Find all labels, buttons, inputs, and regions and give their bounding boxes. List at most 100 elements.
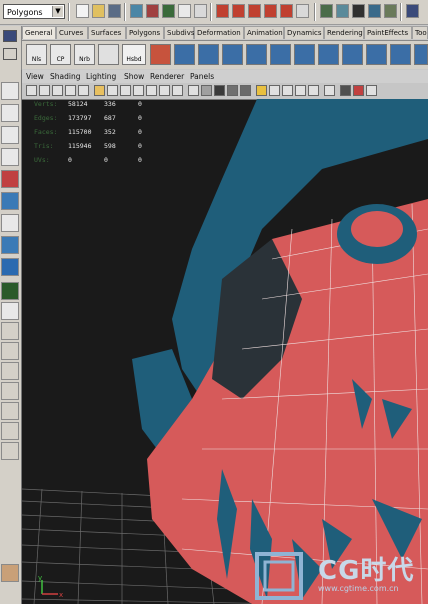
paint-select-icon[interactable] [1,126,19,144]
viewport-persp[interactable]: View Shading Lighting Show Renderer Pane… [22,70,428,604]
combine-icon[interactable] [390,44,411,65]
tab-curves[interactable]: Curves [56,26,88,39]
wireframe-icon[interactable] [188,85,199,96]
snap-point-icon[interactable] [248,4,261,18]
persp-graph-layout-icon[interactable] [1,342,19,360]
shelf-editor-icon[interactable] [3,48,17,60]
ipr-render-icon[interactable] [368,4,381,18]
select-object-icon[interactable] [146,4,159,18]
render-settings-icon[interactable] [384,4,397,18]
tab-polygons[interactable]: Polygons [126,26,164,39]
curve-tool-icon[interactable] [98,44,119,65]
menu-renderer[interactable]: Renderer [150,70,184,83]
menu-panels[interactable]: Panels [190,70,214,83]
last-tool-icon[interactable] [1,258,19,276]
extra-tool-icon[interactable] [1,564,19,582]
mask-icon[interactable] [178,4,191,18]
hud-toggle-icon[interactable] [340,85,351,96]
tab-painteffects[interactable]: PaintEffects [364,26,412,39]
new-scene-icon[interactable] [76,4,89,18]
lasso-tool-icon[interactable] [1,104,19,122]
nurbs-sphere-icon[interactable]: Nls [26,44,47,65]
wireframe-on-shaded-icon[interactable] [214,85,225,96]
textured-icon[interactable] [227,85,238,96]
tab-surfaces[interactable]: Surfaces [88,26,126,39]
tab-general[interactable]: General [22,26,56,39]
smooth-shade-icon[interactable] [201,85,212,96]
cv-curve-icon[interactable]: CP [50,44,71,65]
input-ops-icon[interactable] [320,4,333,18]
menu-view[interactable]: View [26,70,44,83]
extrude-icon[interactable] [294,44,315,65]
select-camera-icon[interactable] [26,85,37,96]
poly-cube-icon[interactable] [174,44,195,65]
mode-dropdown[interactable]: Polygons ▼ [3,4,65,19]
single-pane-layout-icon[interactable] [1,282,19,300]
smooth-icon[interactable] [366,44,387,65]
xray-icon[interactable] [282,85,293,96]
hsbd-icon[interactable]: Hsbd [122,44,146,65]
snap-grid-icon[interactable] [216,4,229,18]
render-icon[interactable] [352,4,365,18]
grease-pencil-icon[interactable] [366,85,377,96]
channel-box-icon[interactable] [406,4,419,18]
tab-dynamics[interactable]: Dynamics [284,26,324,39]
image-plane-icon[interactable] [65,85,76,96]
save-scene-icon[interactable] [108,4,121,18]
resolution-gate-icon[interactable] [120,85,131,96]
snap-curve-icon[interactable] [232,4,245,18]
move-tool-icon[interactable] [1,148,19,166]
grid-icon[interactable] [94,85,105,96]
manipulator-icon[interactable] [1,214,19,232]
poly-torus-icon[interactable] [246,44,267,65]
tab-rendering[interactable]: Rendering [324,26,364,39]
tab-toon[interactable]: Toon [412,26,428,39]
tab-deformation[interactable]: Deformation [194,26,244,39]
isolate-select-icon[interactable] [324,85,335,96]
separate-icon[interactable] [414,44,428,65]
poly-plane-icon[interactable] [222,44,243,65]
graph-editor-layout-icon[interactable] [1,442,19,460]
outliner-layout-icon[interactable] [1,422,19,440]
nurbs-rebuild-icon[interactable]: Nrb [74,44,95,65]
gate-mask-icon[interactable] [133,85,144,96]
select-component-icon[interactable] [162,4,175,18]
menu-show[interactable]: Show [124,70,144,83]
poly-cylinder-icon[interactable] [198,44,219,65]
shadows-icon[interactable] [269,85,280,96]
select-tool-icon[interactable] [1,82,19,100]
open-scene-icon[interactable] [92,4,105,18]
menu-lighting[interactable]: Lighting [86,70,116,83]
soft-mod-icon[interactable] [1,236,19,254]
two-d-pan-icon[interactable] [78,85,89,96]
safe-action-icon[interactable] [159,85,170,96]
three-pane-layout-icon[interactable] [1,402,19,420]
tab-animation[interactable]: Animation [244,26,284,39]
persp-outliner-layout-icon[interactable] [1,322,19,340]
mask-type-icon[interactable] [194,4,207,18]
snap-live-icon[interactable] [280,4,293,18]
poly-sphere-icon[interactable] [150,44,171,65]
backface-icon[interactable] [308,85,319,96]
chevron-down-icon[interactable]: ▼ [52,6,63,17]
shelf-tab-menu-icon[interactable] [3,30,17,42]
tab-subdivs[interactable]: Subdivs [164,26,195,39]
history-icon[interactable] [296,4,309,18]
select-hierarchy-icon[interactable] [130,4,143,18]
film-gate-icon[interactable] [107,85,118,96]
poly-cone-icon[interactable] [270,44,291,65]
xray-joints-icon[interactable] [295,85,306,96]
menu-shading[interactable]: Shading [50,70,80,83]
camera-attributes-icon[interactable] [39,85,50,96]
four-pane-layout-icon[interactable] [1,302,19,320]
poly-count-icon[interactable] [353,85,364,96]
snap-surface-icon[interactable] [264,4,277,18]
safe-title-icon[interactable] [172,85,183,96]
field-chart-icon[interactable] [146,85,157,96]
hypershade-layout-icon[interactable] [1,362,19,380]
scale-tool-icon[interactable] [1,192,19,210]
construction-history-icon[interactable] [336,4,349,18]
use-lights-icon[interactable] [240,85,251,96]
default-light-icon[interactable] [256,85,267,96]
two-pane-layout-icon[interactable] [1,382,19,400]
